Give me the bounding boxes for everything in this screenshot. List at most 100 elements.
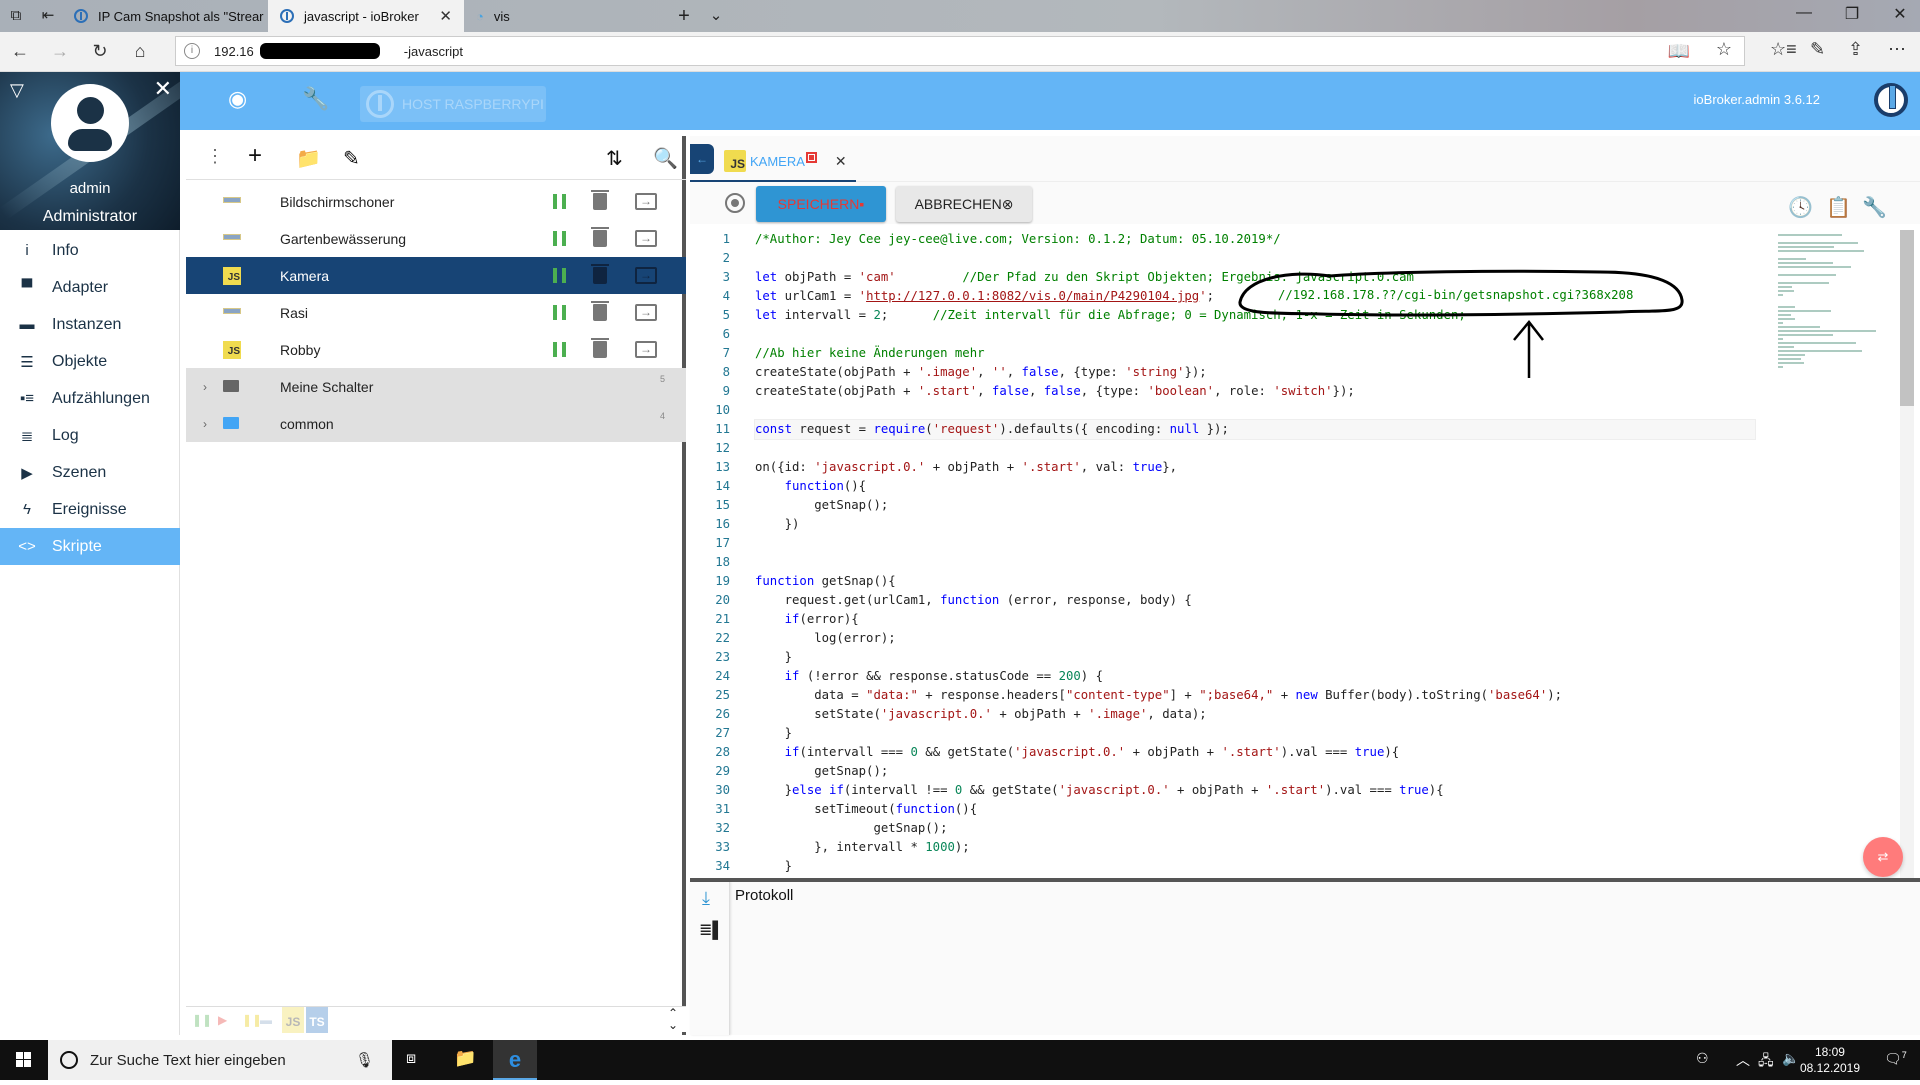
locate-icon[interactable] [725, 193, 745, 213]
minimize-icon[interactable]: — [1784, 4, 1824, 22]
pause-script-icon[interactable] [553, 194, 566, 209]
code-line[interactable]: 23 } [690, 648, 1890, 667]
pause-script-icon[interactable] [553, 342, 566, 357]
close-sidebar-icon[interactable]: ✕ [154, 76, 172, 102]
expand-chevron-icon[interactable]: › [203, 417, 207, 431]
more-menu-icon[interactable]: ⋯ [1888, 39, 1906, 60]
editor-tab-kamera[interactable]: JS KAMERA ✕ [724, 148, 847, 174]
add-folder-icon[interactable]: 📁 [296, 146, 321, 171]
back-icon[interactable]: ← [8, 41, 32, 62]
code-line[interactable]: 25 data = "data:" + response.headers["co… [690, 686, 1890, 705]
volume-icon[interactable]: 🔈 [1782, 1050, 1799, 1067]
search-icon[interactable]: 🔍 [653, 146, 678, 171]
code-line[interactable]: 7 //Ab hier keine Änderungen mehr [690, 344, 1890, 363]
expand-chevron-icon[interactable]: › [203, 380, 207, 394]
scroll-down-icon[interactable]: ⤓ [702, 888, 710, 909]
code-line[interactable]: 21 if(error){ [690, 610, 1890, 629]
save-button[interactable]: SPEICHERN▪ [756, 186, 886, 222]
start-button[interactable] [0, 1040, 48, 1080]
code-line[interactable]: 20 request.get(urlCam1, function (error,… [690, 591, 1890, 610]
network-icon[interactable]: 🖧 [1758, 1050, 1774, 1074]
code-line[interactable]: 31 setTimeout(function(){ [690, 800, 1890, 819]
translate-fab-button[interactable]: ⇄ [1863, 837, 1903, 877]
code-line[interactable]: 6 [690, 325, 1890, 344]
code-editor[interactable]: 1 /*Author: Jey Cee jey-cee@live.com; Ver… [690, 230, 1890, 878]
close-tab-icon[interactable]: ✕ [439, 7, 452, 25]
folder-row[interactable]: › Meine Schalter 5 [186, 368, 686, 405]
triangle-menu-icon[interactable]: ▽ [10, 80, 24, 101]
clipboard-icon[interactable]: 📋 [1826, 195, 1851, 219]
code-line[interactable]: 26 setState('javascript.0.' + objPath + … [690, 705, 1890, 724]
code-line[interactable]: 1 /*Author: Jey Cee jey-cee@live.com; Ver… [690, 230, 1890, 249]
microphone-icon[interactable]: 🎙 [355, 1051, 374, 1069]
refresh-icon[interactable]: ↻ [88, 41, 112, 62]
code-line[interactable]: 13 on({id: 'javascript.0.' + objPath + '.… [690, 458, 1890, 477]
code-line[interactable]: 2 [690, 249, 1890, 268]
export-icon[interactable]: → [635, 341, 657, 358]
script-row[interactable]: JS Kamera → [186, 257, 686, 294]
code-line[interactable]: 14 function(){ [690, 477, 1890, 496]
filter-paused-icon[interactable]: ❚❚ [192, 1013, 212, 1027]
wrench-icon[interactable]: 🔧 [302, 86, 329, 112]
script-row[interactable]: JS Robby → [186, 331, 686, 368]
code-line[interactable]: 18 [690, 553, 1890, 572]
filter-js-badge[interactable]: JS [282, 1007, 304, 1033]
export-icon[interactable]: → [635, 193, 657, 210]
code-line[interactable]: 33 }, intervall * 1000); [690, 838, 1890, 857]
code-line[interactable]: 11 const request = require('request').def… [690, 419, 1890, 440]
sidebar-item-info[interactable]: i Info [0, 232, 180, 269]
filter-running-icon[interactable]: ▶ [218, 1013, 227, 1027]
code-line[interactable]: 17 [690, 534, 1890, 553]
forward-icon[interactable]: → [48, 41, 72, 62]
new-tab-icon[interactable]: + [674, 6, 694, 26]
filter-ts-badge[interactable]: TS [306, 1007, 328, 1033]
code-line[interactable]: 3 let objPath = 'cam' //Der Pfad zu den S… [690, 268, 1890, 287]
reading-view-icon[interactable]: 📖 [1668, 41, 1690, 62]
code-line[interactable]: 30 }else if(intervall !== 0 && getState(… [690, 781, 1890, 800]
sidebar-item-adapter[interactable]: ▀ Adapter [0, 269, 180, 306]
pause-script-icon[interactable] [553, 231, 566, 246]
code-line[interactable]: 12 [690, 439, 1890, 458]
task-view-icon[interactable]: ⧈ [406, 1050, 416, 1068]
delete-icon[interactable] [591, 264, 609, 284]
code-line[interactable]: 28 if(intervall === 0 && getState('javas… [690, 743, 1890, 762]
code-line[interactable]: 32 getSnap(); [690, 819, 1890, 838]
tab-groups-icon[interactable]: ⧉ [6, 6, 26, 26]
sidebar-item-szenen[interactable]: ▶ Szenen [0, 454, 180, 491]
browser-tab-vis[interactable]: ◔ vis [464, 0, 674, 32]
file-explorer-icon[interactable]: 📁 [454, 1048, 476, 1069]
pause-script-icon[interactable] [553, 305, 566, 320]
editor-scrollbar[interactable] [1900, 230, 1914, 878]
sidebar-item-instanzen[interactable]: ▬ Instanzen [0, 306, 180, 343]
edge-browser-icon[interactable]: e [493, 1040, 537, 1080]
more-vert-icon[interactable]: ⋮ [206, 146, 224, 167]
set-aside-tabs-icon[interactable]: ⇤ [38, 6, 58, 26]
site-info-icon[interactable]: i [184, 43, 200, 59]
collapse-list-button[interactable]: ← [690, 144, 714, 174]
code-line[interactable]: 5 let intervall = 2; //Zeit intervall für… [690, 306, 1890, 325]
code-line[interactable]: 22 log(error); [690, 629, 1890, 648]
code-line[interactable]: 27 } [690, 724, 1890, 743]
close-window-icon[interactable]: ✕ [1880, 4, 1920, 24]
code-line[interactable]: 34 } [690, 857, 1890, 876]
filter-blockly-icon[interactable]: ▬ [260, 1013, 272, 1027]
script-row[interactable]: Rasi → [186, 294, 686, 331]
browser-tab-javascript[interactable]: javascript - ioBroker ✕ [268, 0, 464, 32]
code-line[interactable]: 8 createState(objPath + '.image', '', fal… [690, 363, 1890, 382]
delete-icon[interactable] [591, 227, 609, 247]
delete-icon[interactable] [591, 338, 609, 358]
pen-notes-icon[interactable]: ✎ [1810, 39, 1825, 60]
maximize-icon[interactable]: ❐ [1832, 4, 1872, 24]
cancel-button[interactable]: ABBRECHEN⊗ [896, 186, 1032, 222]
code-line[interactable]: 24 if (!error && response.statusCode == … [690, 667, 1890, 686]
system-clock[interactable]: 18:09 08.12.2019 [1800, 1044, 1860, 1076]
share-icon[interactable]: ⇪ [1848, 39, 1863, 60]
show-hidden-icons-chevron[interactable]: ︿ [1736, 1050, 1750, 1070]
browser-tab-ip-cam[interactable]: IP Cam Snapshot als "Strear [62, 0, 272, 32]
sort-icon[interactable]: ⇅ [606, 146, 623, 171]
export-icon[interactable]: → [635, 230, 657, 247]
clock-icon[interactable]: 🕓 [1788, 195, 1813, 219]
close-editor-tab-icon[interactable]: ✕ [835, 153, 847, 170]
script-row[interactable]: Gartenbewässerung → [186, 220, 686, 257]
url-input[interactable]: i 192.16 -javascript 📖 ☆ [175, 36, 1745, 66]
